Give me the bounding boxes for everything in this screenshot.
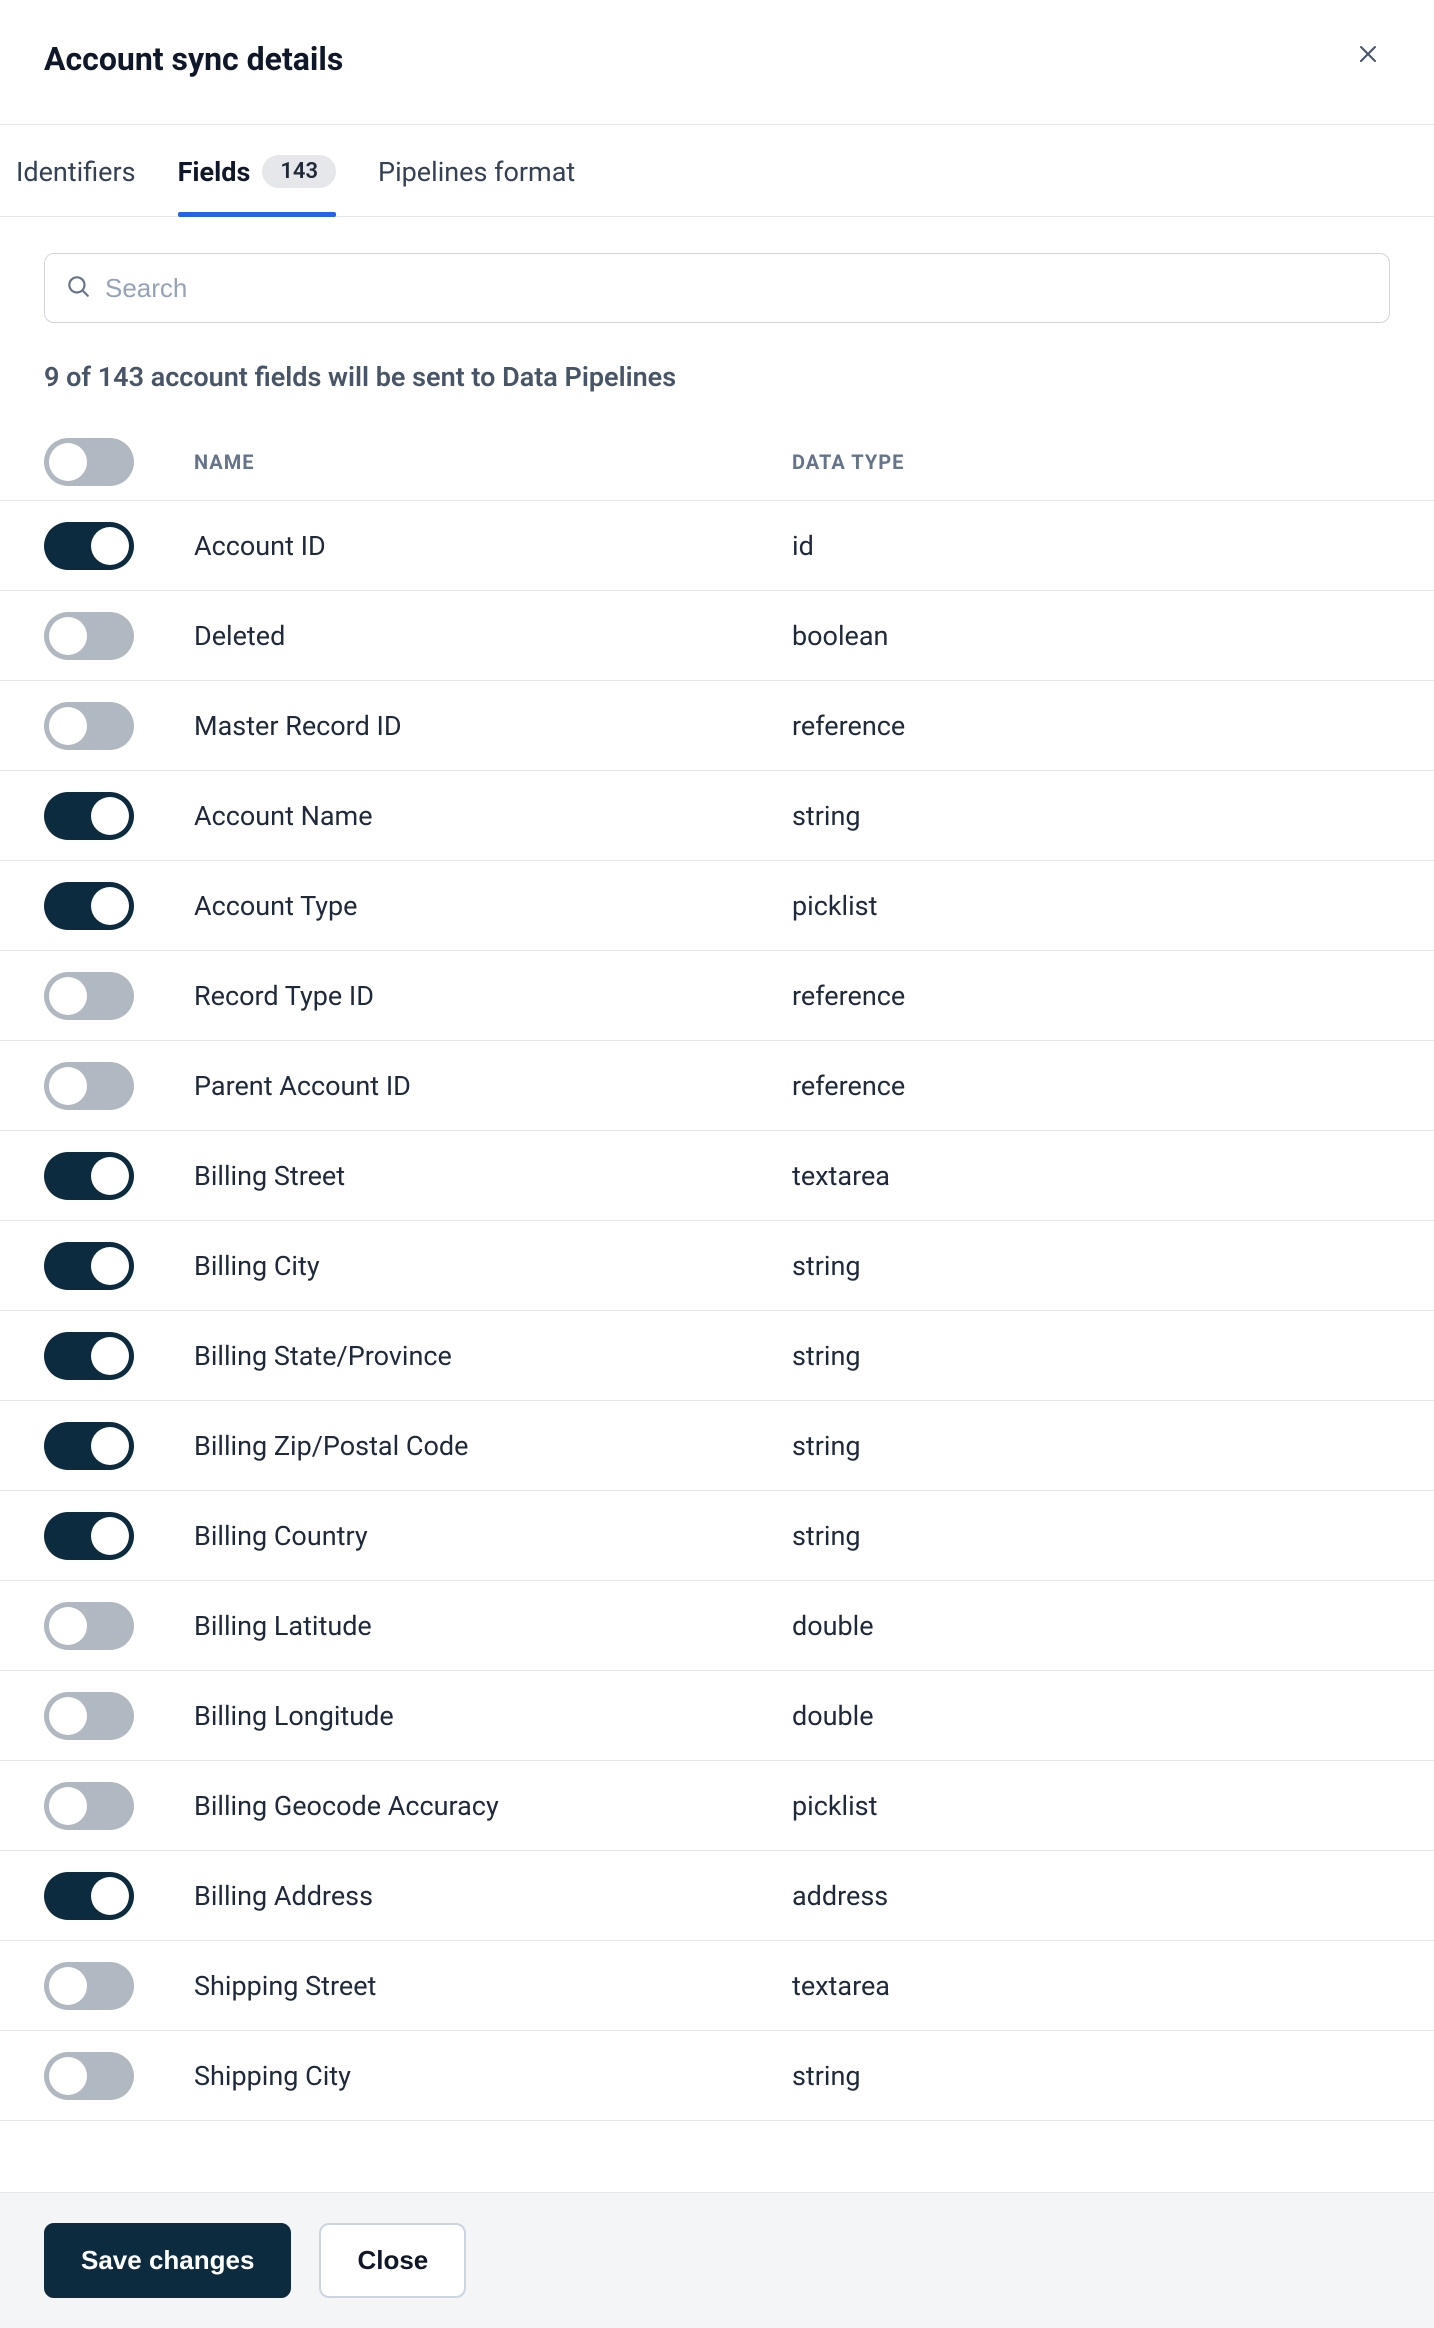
close-button[interactable] <box>1346 32 1390 76</box>
toggle-all[interactable] <box>44 438 134 486</box>
tab-pipelines-format[interactable]: Pipelines format <box>378 125 575 216</box>
field-name: Account Type <box>194 890 792 922</box>
field-name: Billing Geocode Accuracy <box>194 1790 792 1822</box>
field-name: Shipping City <box>194 2060 792 2092</box>
field-toggle[interactable] <box>44 1512 134 1560</box>
tab-label: Fields <box>178 156 251 188</box>
field-name: Parent Account ID <box>194 1070 792 1102</box>
field-toggle[interactable] <box>44 972 134 1020</box>
field-toggle[interactable] <box>44 1242 134 1290</box>
field-name: Deleted <box>194 620 792 652</box>
field-type: string <box>792 800 1390 832</box>
field-type: reference <box>792 710 1390 742</box>
column-header-type: Data Type <box>792 450 1390 474</box>
field-type: double <box>792 1700 1390 1732</box>
modal-header: Account sync details <box>0 0 1434 125</box>
field-toggle[interactable] <box>44 2052 134 2100</box>
field-toggle[interactable] <box>44 882 134 930</box>
field-toggle[interactable] <box>44 792 134 840</box>
table-row: Billing Longitudedouble <box>0 1671 1434 1761</box>
field-name: Record Type ID <box>194 980 792 1012</box>
field-toggle[interactable] <box>44 1062 134 1110</box>
field-name: Account ID <box>194 530 792 562</box>
table-row: Parent Account IDreference <box>0 1041 1434 1131</box>
field-type: string <box>792 1250 1390 1282</box>
table-row: Billing Latitudedouble <box>0 1581 1434 1671</box>
tab-label: Pipelines format <box>378 156 575 188</box>
field-toggle[interactable] <box>44 612 134 660</box>
table-row: Billing Zip/Postal Codestring <box>0 1401 1434 1491</box>
field-name: Billing Latitude <box>194 1610 792 1642</box>
search-field-container[interactable] <box>44 253 1390 323</box>
field-type: double <box>792 1610 1390 1642</box>
tab-identifiers[interactable]: Identifiers <box>16 125 136 216</box>
field-toggle[interactable] <box>44 1152 134 1200</box>
field-type: textarea <box>792 1970 1390 2002</box>
close-icon <box>1356 42 1380 66</box>
field-name: Billing Country <box>194 1520 792 1552</box>
field-name: Billing Zip/Postal Code <box>194 1430 792 1462</box>
field-type: address <box>792 1880 1390 1912</box>
field-name: Billing Street <box>194 1160 792 1192</box>
field-type: boolean <box>792 620 1390 652</box>
table-row: Account Typepicklist <box>0 861 1434 951</box>
field-toggle[interactable] <box>44 1782 134 1830</box>
table-row: Billing Streettextarea <box>0 1131 1434 1221</box>
table-row: Shipping Citystring <box>0 2031 1434 2121</box>
table-row: Account IDid <box>0 501 1434 591</box>
field-toggle[interactable] <box>44 1962 134 2010</box>
field-toggle[interactable] <box>44 1602 134 1650</box>
field-type: string <box>792 1520 1390 1552</box>
field-type: string <box>792 1340 1390 1372</box>
field-type: id <box>792 530 1390 562</box>
tab-fields[interactable]: Fields 143 <box>178 125 336 216</box>
close-footer-button[interactable]: Close <box>319 2223 466 2298</box>
search-input[interactable] <box>105 273 1369 304</box>
table-row: Billing State/Provincestring <box>0 1311 1434 1401</box>
field-name: Billing City <box>194 1250 792 1282</box>
fields-table: Name Data Type Account IDid Deletedboolea… <box>44 423 1390 2121</box>
field-toggle[interactable] <box>44 522 134 570</box>
search-icon <box>65 273 91 303</box>
save-button[interactable]: Save changes <box>44 2223 291 2298</box>
field-name: Billing Address <box>194 1880 792 1912</box>
field-type: string <box>792 1430 1390 1462</box>
field-type: reference <box>792 1070 1390 1102</box>
field-name: Shipping Street <box>194 1970 792 2002</box>
field-name: Billing Longitude <box>194 1700 792 1732</box>
field-name: Account Name <box>194 800 792 832</box>
table-row: Account Namestring <box>0 771 1434 861</box>
table-header-row: Name Data Type <box>0 423 1434 501</box>
table-row: Deletedboolean <box>0 591 1434 681</box>
summary-text: 9 of 143 account fields will be sent to … <box>44 361 1390 393</box>
field-type: picklist <box>792 1790 1390 1822</box>
field-name: Billing State/Province <box>194 1340 792 1372</box>
table-row: Master Record IDreference <box>0 681 1434 771</box>
tab-label: Identifiers <box>16 156 136 188</box>
field-toggle[interactable] <box>44 1872 134 1920</box>
table-row: Billing Citystring <box>0 1221 1434 1311</box>
column-header-name: Name <box>194 450 792 474</box>
field-name: Master Record ID <box>194 710 792 742</box>
field-type: textarea <box>792 1160 1390 1192</box>
field-type: picklist <box>792 890 1390 922</box>
field-toggle[interactable] <box>44 1692 134 1740</box>
field-toggle[interactable] <box>44 1422 134 1470</box>
field-type: string <box>792 2060 1390 2092</box>
tab-bar: Identifiers Fields 143 Pipelines format <box>0 125 1434 217</box>
table-row: Billing Addressaddress <box>0 1851 1434 1941</box>
table-row: Record Type IDreference <box>0 951 1434 1041</box>
field-type: reference <box>792 980 1390 1012</box>
tab-badge: 143 <box>262 155 336 188</box>
table-row: Billing Countrystring <box>0 1491 1434 1581</box>
table-row: Billing Geocode Accuracypicklist <box>0 1761 1434 1851</box>
footer-bar: Save changes Close <box>0 2192 1434 2328</box>
field-toggle[interactable] <box>44 702 134 750</box>
page-title: Account sync details <box>44 40 343 78</box>
table-row: Shipping Streettextarea <box>0 1941 1434 2031</box>
field-toggle[interactable] <box>44 1332 134 1380</box>
